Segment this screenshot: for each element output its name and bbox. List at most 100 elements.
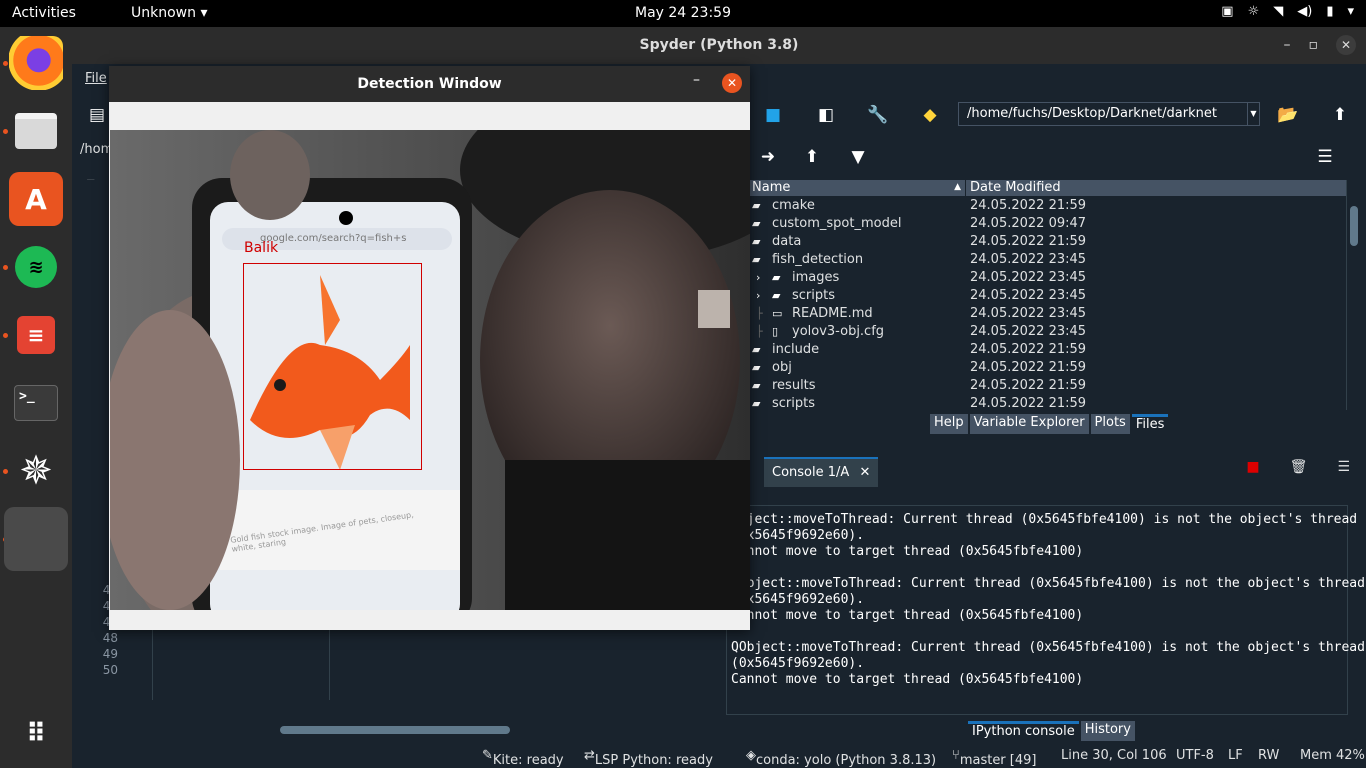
file-name: data bbox=[772, 234, 802, 249]
scrollbar-thumb[interactable] bbox=[1350, 206, 1358, 246]
brightness-icon[interactable]: ☼ bbox=[1248, 4, 1260, 19]
app-menu[interactable]: Unknown ▾ bbox=[131, 5, 207, 21]
maximize-icon[interactable]: ▫ bbox=[1309, 37, 1319, 53]
interrupt-kernel-icon[interactable]: ■ bbox=[1246, 459, 1259, 475]
forward-arrow-icon[interactable]: ➜ bbox=[756, 146, 780, 168]
tab-variable-explorer[interactable]: Variable Explorer bbox=[969, 414, 1089, 434]
working-directory-input[interactable]: /home/fuchs/Desktop/Darknet/darknet ▼ bbox=[958, 102, 1260, 126]
file-row[interactable]: ▰ fish_detection 24.05.2022 23:45 bbox=[750, 251, 1346, 269]
conda-status-text: conda: yolo (Python 3.8.13) bbox=[756, 753, 937, 768]
clipboard-icon[interactable]: ▣ bbox=[1221, 4, 1233, 19]
show-apps-icon[interactable]: ⠿ bbox=[9, 707, 63, 761]
file-row[interactable]: › ▰ images 24.05.2022 23:45 bbox=[750, 269, 1346, 287]
wifi-icon[interactable]: ◥ bbox=[1273, 4, 1283, 19]
minimize-icon[interactable]: – bbox=[1284, 37, 1291, 53]
tab-console[interactable]: Console 1/A ✕ bbox=[764, 457, 879, 487]
browse-folder-icon[interactable]: 📂 bbox=[1276, 104, 1300, 126]
detection-window-titlebar[interactable]: Detection Window – ✕ bbox=[109, 66, 750, 102]
minimize-icon[interactable]: – bbox=[693, 72, 700, 88]
top-bar: Activities Unknown ▾ May 24 23:59 ▣ ☼ ◥ … bbox=[0, 0, 1366, 27]
file-row[interactable]: ▰ data 24.05.2022 21:59 bbox=[750, 233, 1346, 251]
file-row[interactable]: ▰ obj 24.05.2022 21:59 bbox=[750, 359, 1346, 377]
console-output[interactable]: Object::moveToThread: Current thread (0x… bbox=[726, 505, 1365, 715]
file-row[interactable]: ▰ cmake 24.05.2022 21:59 bbox=[750, 197, 1346, 215]
close-icon[interactable]: ✕ bbox=[1336, 35, 1356, 55]
software-center-icon[interactable]: A bbox=[9, 172, 63, 226]
tab-history[interactable]: History bbox=[1080, 721, 1135, 741]
files-scrollbar[interactable] bbox=[1346, 180, 1360, 410]
file-date: 24.05.2022 23:45 bbox=[970, 270, 1087, 285]
file-name: custom_spot_model bbox=[772, 216, 902, 231]
power-menu-icon[interactable]: ▾ bbox=[1347, 4, 1354, 19]
file-date: 24.05.2022 21:59 bbox=[970, 396, 1087, 411]
files-header: Name ▲ Date Modified bbox=[750, 180, 1346, 196]
chevron-down-icon[interactable]: ▼ bbox=[1247, 103, 1259, 125]
python-path-icon[interactable]: ◆ bbox=[918, 104, 942, 126]
file-row[interactable]: ▰ custom_spot_model 24.05.2022 09:47 bbox=[750, 215, 1346, 233]
chevron-right-icon[interactable]: › bbox=[756, 287, 760, 305]
system-tray[interactable]: ▣ ☼ ◥ ◀) ▮ ▾ bbox=[1221, 4, 1354, 19]
phone-url-text: google.com/search?q=fish+s bbox=[260, 233, 407, 244]
activities-button[interactable]: Activities bbox=[12, 5, 76, 21]
spyder-titlebar[interactable]: Spyder (Python 3.8) – ▫ ✕ bbox=[72, 27, 1366, 64]
git-status[interactable]: ⑂ master [49] bbox=[952, 748, 1036, 768]
running-indicator bbox=[3, 469, 8, 474]
tab-ipython-console[interactable]: IPython console bbox=[968, 721, 1079, 741]
kite-status[interactable]: ✎ Kite: ready bbox=[482, 748, 564, 768]
encoding-status: UTF-8 bbox=[1176, 748, 1214, 763]
menu-file[interactable]: File bbox=[85, 71, 107, 86]
file-row[interactable]: ▰ results 24.05.2022 21:59 bbox=[750, 377, 1346, 395]
todoist-icon[interactable]: ≡ bbox=[9, 308, 63, 362]
console-pane-tabs: IPython console History bbox=[968, 721, 1135, 741]
close-icon[interactable]: ✕ bbox=[722, 73, 742, 93]
tab-help[interactable]: Help bbox=[930, 414, 968, 434]
file-row[interactable]: ▰ include 24.05.2022 21:59 bbox=[750, 341, 1346, 359]
running-indicator bbox=[3, 129, 8, 134]
running-indicator bbox=[3, 333, 8, 338]
tab-plots[interactable]: Plots bbox=[1090, 414, 1130, 434]
spotify-icon[interactable]: ≋ bbox=[9, 240, 63, 294]
battery-icon[interactable]: ▮ bbox=[1326, 4, 1333, 19]
darknet-icon[interactable]: ✵ bbox=[9, 444, 63, 498]
file-row[interactable]: ▰ scripts 24.05.2022 21:59 bbox=[750, 395, 1346, 413]
line-number: 50 bbox=[102, 663, 118, 677]
new-file-icon[interactable]: ▤ bbox=[85, 104, 109, 126]
options-menu-icon[interactable]: ☰ bbox=[1313, 146, 1337, 168]
date-column-header[interactable]: Date Modified bbox=[970, 180, 1061, 195]
terminal-icon[interactable]: >_ bbox=[9, 376, 63, 430]
file-date: 24.05.2022 23:45 bbox=[970, 252, 1087, 267]
folder-icon: ▰ bbox=[772, 289, 781, 302]
up-arrow-icon[interactable]: ⬆ bbox=[800, 146, 824, 168]
file-row[interactable]: ├ ▯ yolov3-obj.cfg 24.05.2022 23:45 bbox=[750, 323, 1346, 341]
remove-variables-icon[interactable]: 🗑 bbox=[1290, 459, 1308, 475]
file-row[interactable]: ├ ▭ README.md 24.05.2022 23:45 bbox=[750, 305, 1346, 323]
lsp-status[interactable]: ⇄ LSP Python: ready bbox=[584, 748, 713, 768]
firefox-icon[interactable] bbox=[9, 36, 63, 90]
file-date: 24.05.2022 21:59 bbox=[970, 234, 1087, 249]
preferences-wrench-icon[interactable]: 🔧 bbox=[866, 104, 890, 126]
close-icon[interactable]: ✕ bbox=[859, 465, 870, 480]
file-name: scripts bbox=[772, 396, 815, 411]
parent-directory-icon[interactable]: ⬆ bbox=[1328, 104, 1352, 126]
scrollbar-thumb[interactable] bbox=[280, 726, 510, 734]
stop-debug-icon[interactable]: ■ bbox=[761, 104, 785, 126]
cursor-position: Line 30, Col 106 bbox=[1061, 748, 1167, 763]
chevron-right-icon[interactable]: › bbox=[756, 269, 760, 287]
file-icon: ▯ bbox=[772, 325, 779, 338]
options-menu-icon[interactable]: ☰ bbox=[1337, 459, 1350, 475]
line-number: 49 bbox=[102, 647, 118, 661]
name-column-header[interactable]: Name ▲ bbox=[750, 180, 966, 196]
files-icon[interactable] bbox=[9, 104, 63, 158]
lsp-status-text: LSP Python: ready bbox=[594, 753, 713, 768]
maximize-pane-icon[interactable]: ◧ bbox=[814, 104, 838, 126]
editor-horizontal-scrollbar[interactable] bbox=[80, 723, 710, 737]
file-row[interactable]: › ▰ scripts 24.05.2022 23:45 bbox=[750, 287, 1346, 305]
running-indicator bbox=[3, 61, 8, 66]
spyder-icon[interactable] bbox=[4, 507, 68, 571]
name-header-label: Name bbox=[752, 180, 791, 195]
filter-icon[interactable]: ▼ bbox=[846, 146, 870, 168]
volume-icon[interactable]: ◀) bbox=[1297, 4, 1312, 19]
tab-files[interactable]: Files bbox=[1131, 414, 1169, 434]
folder-icon: ▰ bbox=[752, 199, 761, 212]
conda-status[interactable]: ◈ conda: yolo (Python 3.8.13) bbox=[746, 748, 936, 768]
